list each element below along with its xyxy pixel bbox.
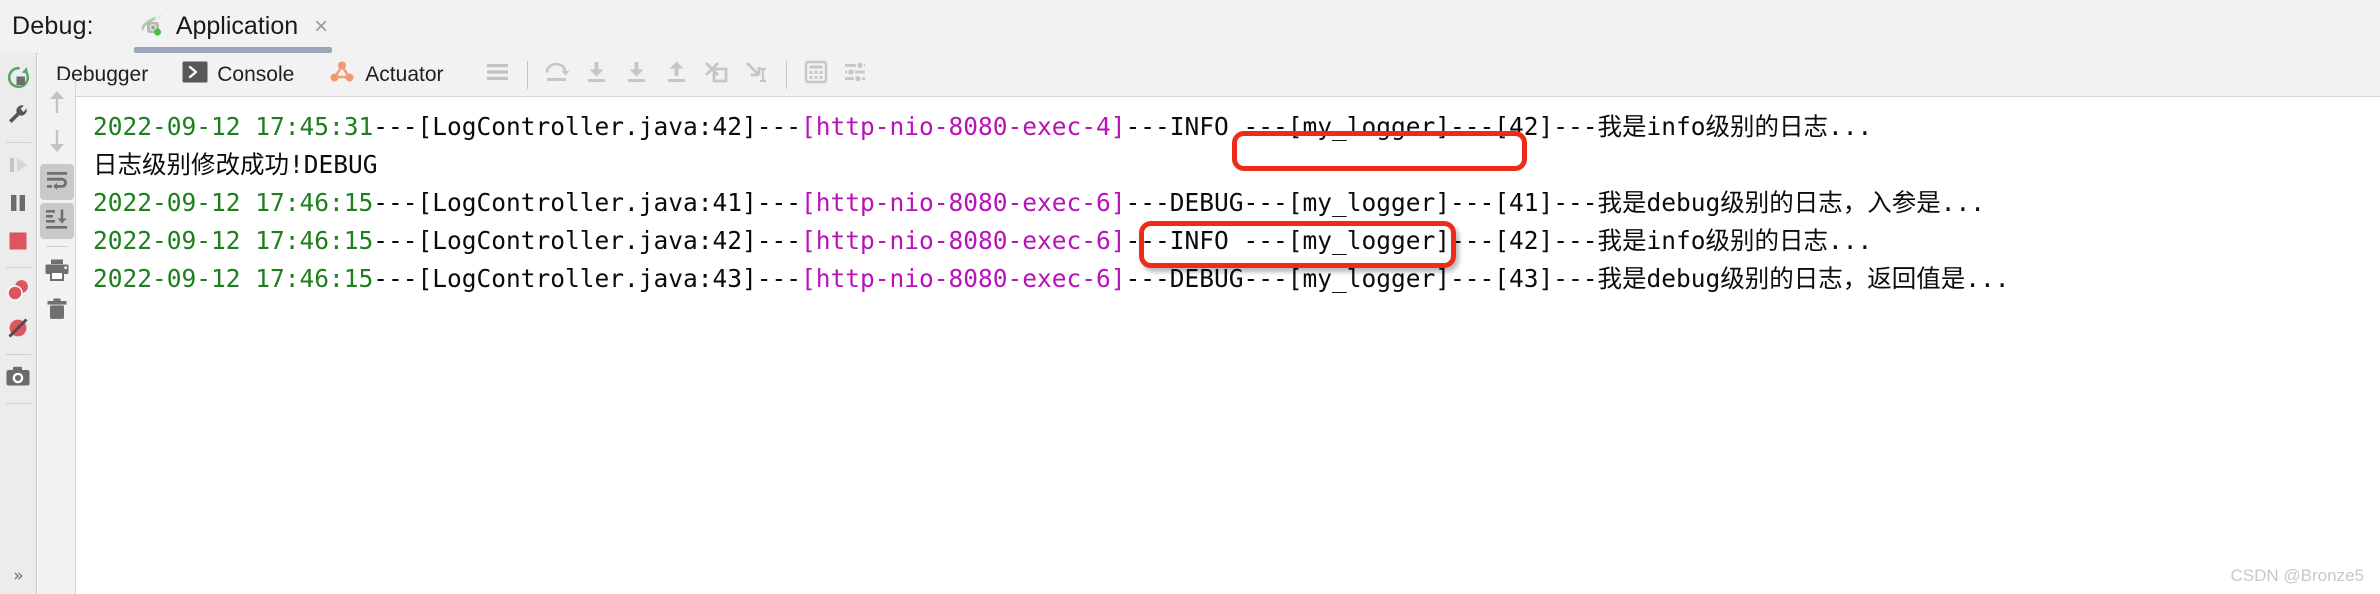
settings-wrench-button[interactable]: [0, 99, 36, 137]
wrench-icon: [6, 104, 30, 133]
mute-breakpoints-button[interactable]: [0, 311, 36, 349]
trash-icon: [45, 297, 69, 326]
scroll-to-end-icon: [45, 208, 69, 235]
printer-icon: [44, 258, 70, 287]
menu-lines-button[interactable]: [478, 55, 518, 95]
expand-rail-button[interactable]: »: [13, 566, 23, 586]
scroll-down-button[interactable]: [40, 125, 74, 161]
run-to-cursor-button[interactable]: [737, 55, 777, 95]
log-line-5: 2022-09-12 17:46:15---[LogController.jav…: [93, 260, 2010, 298]
tab-application-label: Application: [175, 12, 299, 40]
tab-actuator[interactable]: Actuator: [328, 60, 444, 90]
log-line-1: 2022-09-12 17:45:31---[LogController.jav…: [93, 108, 2010, 146]
console-icon: [182, 61, 208, 89]
tab-console[interactable]: Console: [182, 61, 294, 89]
top-tab-bar: Debug: Application ×: [0, 0, 2380, 54]
log-segment: 日志级别修改成功!DEBUG: [93, 150, 378, 179]
run-to-cursor-icon: [743, 59, 771, 90]
close-icon[interactable]: ×: [314, 14, 328, 39]
breakpoints-icon: [5, 277, 31, 308]
rail-divider-4: [5, 403, 31, 404]
log-segment: 2022-09-12 17:46:15: [93, 226, 374, 255]
tab-application[interactable]: Application ×: [128, 1, 338, 53]
step-out-button[interactable]: [657, 55, 697, 95]
log-segment: ---INFO ---[my_logger]---[42]---我是info级别…: [1125, 112, 1873, 141]
log-line-2: 日志级别修改成功!DEBUG: [93, 146, 2010, 184]
log-segment: [http-nio-8080-exec-4]: [801, 112, 1126, 141]
clear-all-button[interactable]: [40, 293, 74, 329]
force-step-into-icon: [623, 60, 651, 89]
step-into-button[interactable]: [577, 55, 617, 95]
step-over-button[interactable]: [537, 55, 577, 95]
log-segment: ---DEBUG---[my_logger]---[41]---我是debug级…: [1125, 188, 1986, 217]
settings-sliders-button[interactable]: [836, 55, 876, 95]
watermark: CSDN @Bronze5: [2230, 566, 2364, 585]
tab-active-underline: [133, 46, 333, 53]
resume-icon: [6, 153, 30, 182]
step-over-icon: [543, 60, 571, 89]
drop-frame-button[interactable]: [697, 55, 737, 95]
arrow-down-icon: [46, 128, 68, 159]
log-segment: ---[LogController.java:43]---: [373, 264, 802, 293]
console-rail-divider: [45, 246, 68, 247]
toolbar-divider-2: [785, 60, 787, 89]
drop-frame-icon: [703, 60, 731, 89]
screenshot-camera-button[interactable]: [0, 360, 36, 398]
arrow-up-icon: [46, 89, 68, 120]
resume-program-button[interactable]: [0, 148, 36, 186]
toolbar-divider: [526, 60, 528, 89]
step-out-icon: [663, 60, 691, 89]
log-segment: ---[LogController.java:42]---: [373, 226, 802, 255]
step-into-icon: [583, 60, 611, 89]
print-button[interactable]: [40, 254, 74, 290]
log-segment: [http-nio-8080-exec-6]: [801, 264, 1126, 293]
log-segment: ---[LogController.java:41]---: [373, 188, 802, 217]
stop-button[interactable]: [0, 224, 36, 262]
log-segment: ---DEBUG---[my_logger]---[43]---我是debug级…: [1125, 264, 2010, 293]
rail-divider-2: [5, 267, 31, 268]
sliders-icon: [843, 60, 869, 89]
menu-lines-icon: [485, 62, 510, 87]
log-segment: ---[LogController.java:42]---: [373, 112, 802, 141]
spring-leaf-icon: [136, 9, 166, 44]
rerun-button[interactable]: [0, 61, 36, 99]
pause-icon: [6, 191, 30, 220]
log-segment: [http-nio-8080-exec-6]: [801, 226, 1126, 255]
debug-label: Debug:: [12, 12, 94, 40]
mute-breakpoints-icon: [5, 315, 31, 346]
log-segment: 2022-09-12 17:45:31: [93, 112, 374, 141]
evaluate-expression-button[interactable]: [796, 55, 836, 95]
log-segment: [http-nio-8080-exec-6]: [801, 188, 1126, 217]
rail-divider: [5, 142, 31, 143]
actuator-icon: [328, 60, 356, 90]
view-breakpoints-button[interactable]: [0, 273, 36, 311]
soft-wrap-icon: [45, 169, 69, 196]
stop-icon: [6, 229, 30, 258]
log-segment: ---INFO ---[my_logger]---[42]---我是info级别…: [1125, 226, 1873, 255]
log-segment: 2022-09-12 17:46:15: [93, 188, 374, 217]
log-line-3: 2022-09-12 17:46:15---[LogController.jav…: [93, 184, 2010, 222]
rail-divider-3: [5, 354, 31, 355]
scroll-up-button[interactable]: [40, 86, 74, 122]
tab-actuator-label: Actuator: [365, 62, 444, 86]
tab-console-label: Console: [217, 62, 295, 86]
console-toolbar: Debugger Console Actuator: [38, 53, 2380, 97]
scroll-to-end-button[interactable]: [39, 203, 74, 239]
soft-wrap-button[interactable]: [39, 164, 74, 200]
log-lines: 2022-09-12 17:45:31---[LogController.jav…: [93, 108, 2010, 298]
debug-console-window: Debug: Application × » Debugger Console …: [0, 0, 2380, 594]
debug-actions-rail: »: [0, 53, 37, 594]
console-actions-rail: [38, 80, 76, 594]
console-output-area[interactable]: 2022-09-12 17:45:31---[LogController.jav…: [77, 98, 2380, 594]
force-step-into-button[interactable]: [617, 55, 657, 95]
camera-icon: [5, 365, 31, 394]
calculator-icon: [804, 60, 828, 89]
log-line-4: 2022-09-12 17:46:15---[LogController.jav…: [93, 222, 2010, 260]
pause-program-button[interactable]: [0, 186, 36, 224]
rerun-icon: [6, 65, 31, 95]
log-segment: 2022-09-12 17:46:15: [93, 264, 374, 293]
